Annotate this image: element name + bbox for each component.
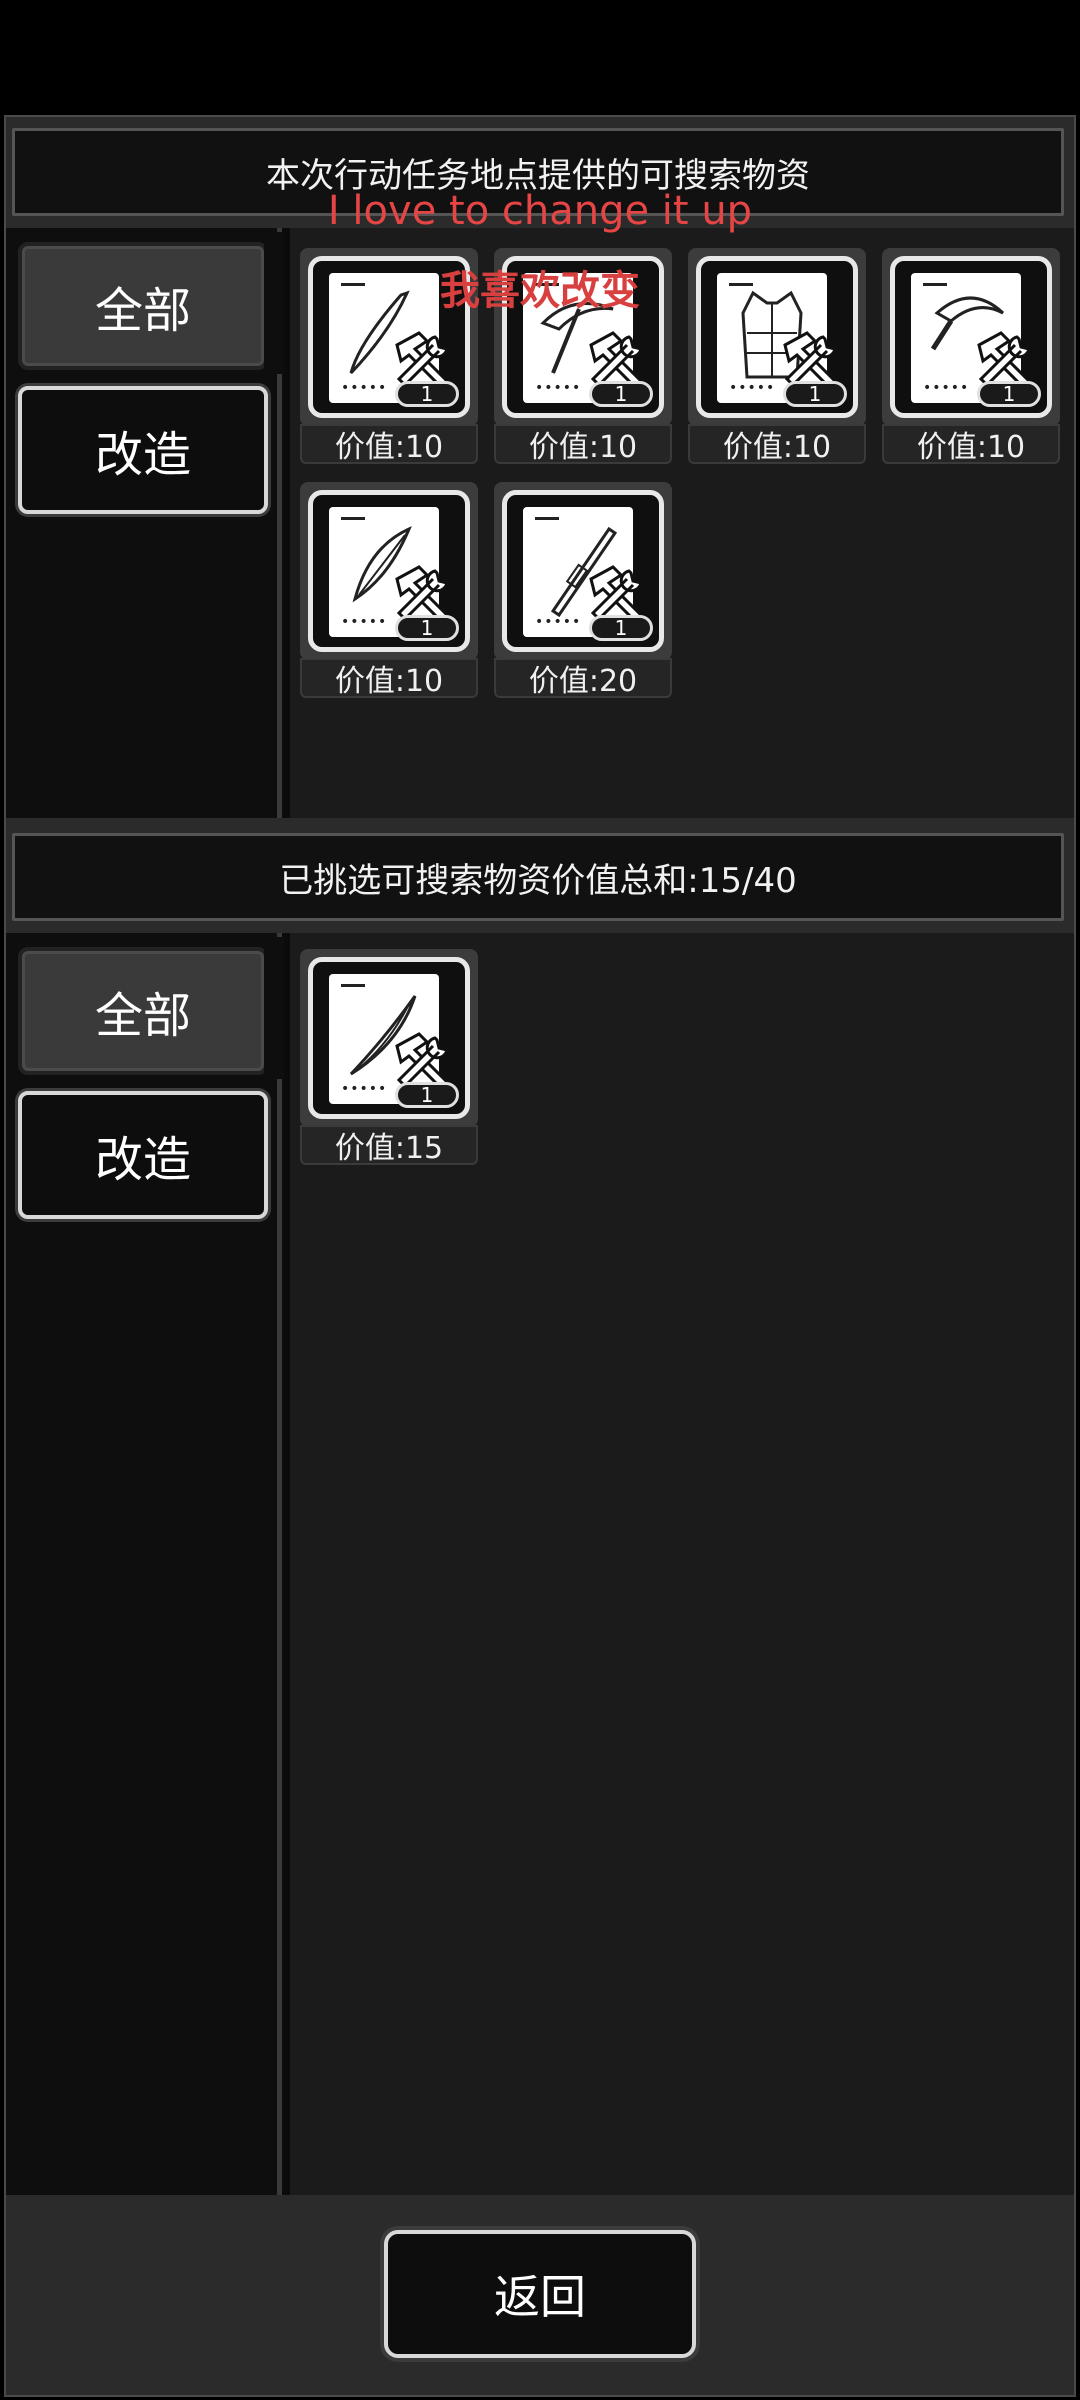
selected-value-title-text: 已挑选可搜索物资价值总和:15/40 (279, 860, 797, 901)
sickle-blueprint-icon: ••••• 1 (890, 256, 1052, 418)
back-button-label: 返回 (494, 2270, 586, 2324)
supply-item[interactable]: ••••• 1 价值:10 (300, 482, 478, 699)
item-count-badge: 1 (977, 381, 1041, 407)
item-count-badge: 1 (395, 381, 459, 407)
rifle-blueprint-icon: ••••• 1 (502, 490, 664, 652)
item-count-badge: 1 (783, 381, 847, 407)
pickaxe-blueprint-icon: ••••• 1 (502, 256, 664, 418)
item-value: 价值:10 (688, 424, 866, 465)
item-value: 价值:15 (300, 1125, 478, 1166)
item-value: 价值:20 (494, 658, 672, 699)
long-blade-blueprint-icon: ••••• 1 (308, 957, 470, 1119)
tab-all-available[interactable]: 全部 (18, 232, 284, 374)
leaf-blade-blueprint-icon: ••••• 1 (308, 490, 470, 652)
tab-modify-selected[interactable]: 改造 (18, 1091, 268, 1219)
vest-blueprint-icon: ••••• 1 (696, 256, 858, 418)
tab-label: 改造 (94, 1132, 191, 1188)
item-value: 价值:10 (882, 424, 1060, 465)
supply-item[interactable]: ••••• 1 价值:10 (494, 248, 672, 465)
selected-item[interactable]: ••••• 1 价值:15 (300, 949, 478, 1166)
item-count-badge: 1 (589, 381, 653, 407)
item-value: 价值:10 (300, 424, 478, 465)
supply-item[interactable]: ••••• 1 价值:10 (688, 248, 866, 465)
tab-all-selected[interactable]: 全部 (18, 937, 284, 1079)
item-value: 价值:10 (300, 658, 478, 699)
selected-category-sidebar: 全部 改造 (6, 933, 284, 2195)
available-items-grid: ••••• 1 价值:10 ••••• 1 价值:10 ••••• 1 价值:1… (290, 228, 1074, 818)
selected-items-grid: ••••• 1 价值:15 (290, 933, 1074, 2195)
tab-label: 全部 (94, 283, 191, 339)
supply-item[interactable]: ••••• 1 价值:10 (300, 248, 478, 465)
status-bar (0, 0, 1080, 115)
item-count-badge: 1 (589, 615, 653, 641)
curved-blade-blueprint-icon: ••••• 1 (308, 256, 470, 418)
tab-label: 全部 (94, 988, 191, 1044)
available-supplies-title: 本次行动任务地点提供的可搜索物资 (12, 128, 1064, 216)
item-count-badge: 1 (395, 615, 459, 641)
tab-modify-available[interactable]: 改造 (18, 386, 268, 514)
supply-item[interactable]: ••••• 1 价值:10 (882, 248, 1060, 465)
back-button[interactable]: 返回 (384, 2230, 696, 2358)
tab-label: 改造 (94, 427, 191, 483)
supply-item[interactable]: ••••• 1 价值:20 (494, 482, 672, 699)
selected-supplies-panel: 全部 改造 ••••• 1 价值:15 (6, 933, 1074, 2195)
item-count-badge: 1 (395, 1082, 459, 1108)
available-supplies-panel: 全部 改造 ••••• 1 价值:10 ••••• 1 价值:10 ••••• … (6, 228, 1074, 818)
available-supplies-title-text: 本次行动任务地点提供的可搜索物资 (266, 155, 810, 196)
item-value: 价值:10 (494, 424, 672, 465)
available-category-sidebar: 全部 改造 (6, 228, 284, 818)
selected-value-title: 已挑选可搜索物资价值总和:15/40 (12, 833, 1064, 921)
